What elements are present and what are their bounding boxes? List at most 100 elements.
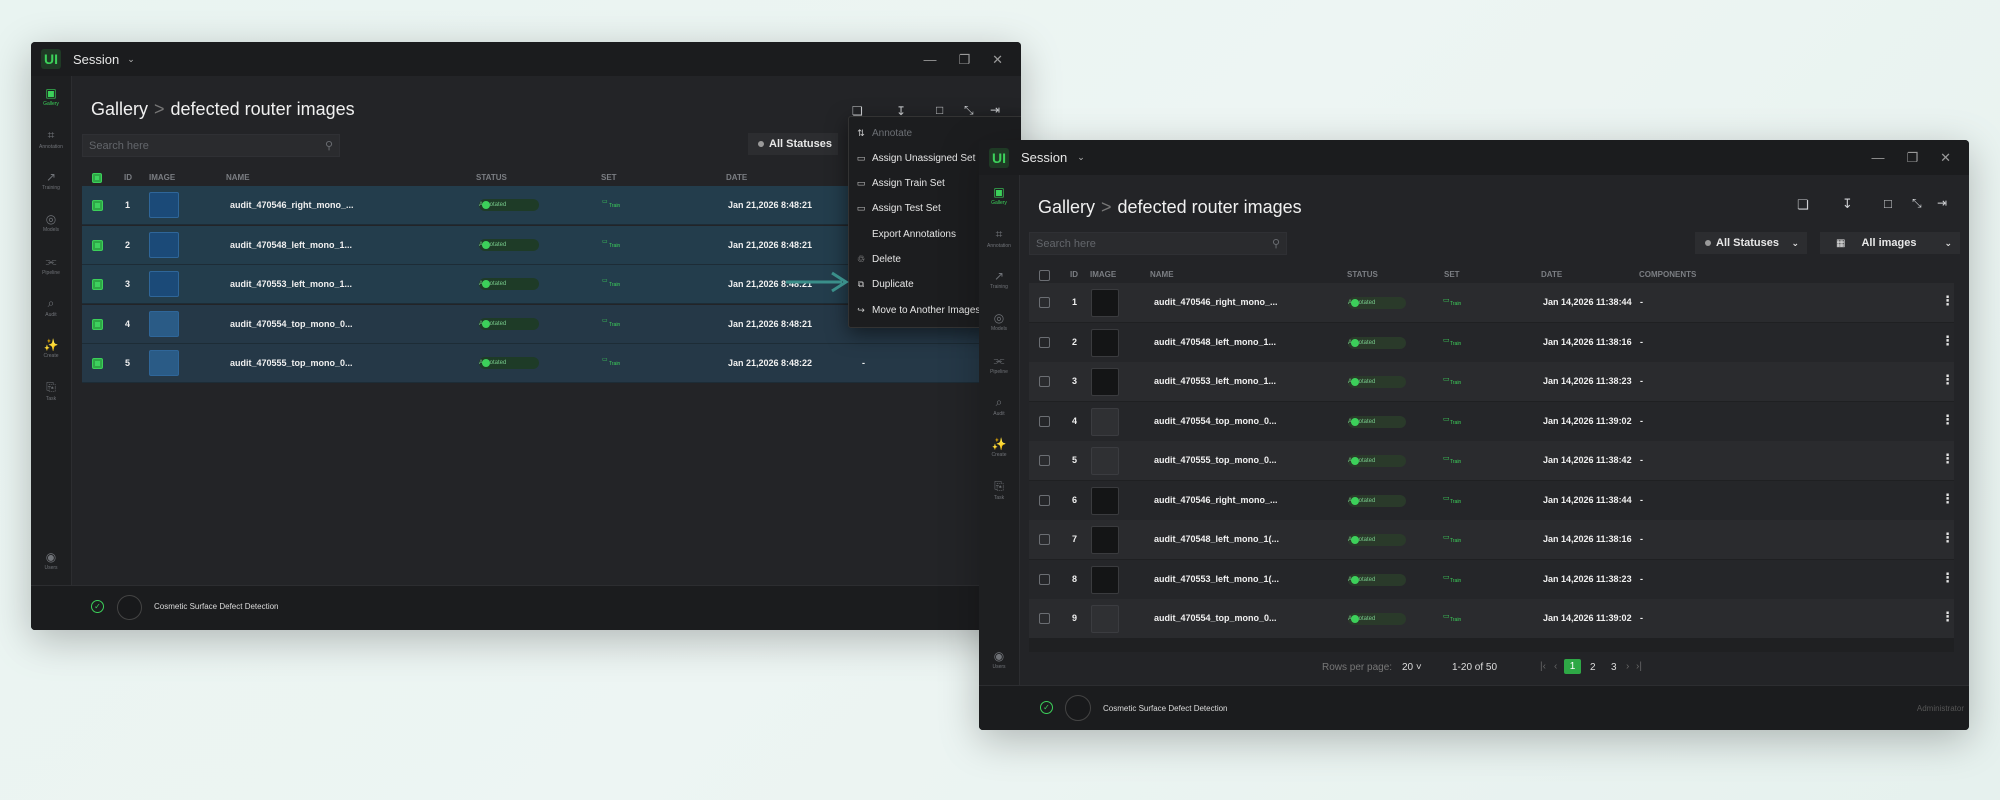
first-page-icon[interactable]: |‹	[1540, 661, 1546, 672]
row-name[interactable]: audit_470546_right_mono_...	[1154, 297, 1278, 307]
sidebar-item-users[interactable]: ◉ Users	[979, 649, 1019, 670]
image-thumbnail[interactable]	[1091, 605, 1119, 633]
sidebar-item-task[interactable]: ⎘ Task	[979, 479, 1019, 501]
close-icon[interactable]: ✕	[1940, 150, 1951, 166]
search-field[interactable]: ⚲	[1029, 232, 1287, 255]
image-thumbnail[interactable]	[149, 231, 179, 258]
image-thumbnail[interactable]	[1091, 328, 1119, 357]
image-thumbnail[interactable]	[1091, 486, 1119, 515]
row-name[interactable]: audit_470548_left_mono_1...	[230, 240, 352, 250]
table-row[interactable]: 3 audit_470553_left_mono_1... Annotated ▭ Tr…	[1029, 362, 1954, 401]
row-actions-icon[interactable]: ⋮	[1941, 570, 1954, 586]
sidebar-item-users[interactable]: ◉ Users	[31, 550, 71, 571]
row-checkbox[interactable]	[92, 200, 103, 211]
arrows-icon[interactable]: ⇥	[1937, 196, 1947, 210]
restore-icon[interactable]: ❐	[1906, 150, 1918, 166]
sidebar-item-gallery[interactable]: ▣ Gallery	[31, 86, 71, 107]
row-actions-icon[interactable]: ⋮	[1941, 412, 1954, 428]
row-name[interactable]: audit_470553_left_mono_1(...	[1154, 574, 1279, 584]
page-3-button[interactable]: 3	[1611, 662, 1617, 673]
sidebar-item-training[interactable]: ↗ Training	[979, 269, 1019, 290]
row-checkbox[interactable]	[92, 239, 103, 251]
row-actions-icon[interactable]: ⋮	[1941, 372, 1954, 388]
row-checkbox[interactable]	[1039, 613, 1050, 624]
search-field[interactable]: ⚲	[82, 134, 340, 157]
row-name[interactable]: audit_470555_top_mono_0...	[230, 358, 353, 368]
prev-page-icon[interactable]: ‹	[1554, 661, 1557, 672]
image-thumbnail[interactable]	[1091, 565, 1119, 594]
sidebar-item-gallery[interactable]: ▣ Gallery	[979, 185, 1019, 206]
row-actions-icon[interactable]: ⋮	[1941, 491, 1954, 507]
row-name[interactable]: audit_470553_left_mono_1...	[230, 279, 352, 289]
table-row[interactable]: 5 audit_470555_top_mono_0... Annotated ▭ Tra…	[82, 344, 1002, 383]
row-checkbox[interactable]	[1039, 534, 1050, 545]
row-name[interactable]: audit_470548_left_mono_1(...	[1154, 534, 1279, 544]
sidebar-item-annotation[interactable]: ⌗ Annotation	[979, 227, 1019, 249]
sidebar-item-models[interactable]: ◎ Models	[31, 212, 71, 233]
minimize-icon[interactable]: —	[923, 52, 936, 68]
row-actions-icon[interactable]: ⋮	[1941, 451, 1954, 467]
row-name[interactable]: audit_470553_left_mono_1...	[1154, 376, 1276, 386]
row-name[interactable]: audit_470554_top_mono_0...	[230, 319, 353, 329]
row-actions-icon[interactable]: ⋮	[1941, 530, 1954, 546]
table-row[interactable]: 5 audit_470555_top_mono_0... Annotated ▭ Tra…	[1029, 441, 1954, 480]
minimize-icon[interactable]: —	[1871, 150, 1884, 166]
chevron-down-icon[interactable]: ⌄	[127, 54, 135, 65]
row-actions-icon[interactable]: ⋮	[1941, 293, 1954, 309]
next-page-icon[interactable]: ›	[1626, 661, 1629, 672]
status-filter[interactable]: All Statuses	[748, 133, 838, 155]
breadcrumb-root[interactable]: Gallery	[1038, 197, 1095, 217]
row-name[interactable]: audit_470546_right_mono_...	[1154, 495, 1278, 505]
table-row[interactable]: 2 audit_470548_left_mono_1... Annotated ▭ Tr…	[1029, 322, 1954, 362]
close-icon[interactable]: ✕	[992, 52, 1003, 68]
row-actions-icon[interactable]: ⋮	[1941, 609, 1954, 625]
chevron-down-icon[interactable]: ⌄	[1077, 152, 1085, 163]
select-all-checkbox[interactable]	[1039, 270, 1050, 281]
row-name[interactable]: audit_470555_top_mono_0...	[1154, 455, 1277, 465]
sidebar-item-pipeline[interactable]: ⫘ Pipeline	[979, 353, 1019, 375]
image-thumbnail[interactable]	[1091, 289, 1119, 317]
row-checkbox[interactable]	[1039, 336, 1050, 348]
sidebar-item-task[interactable]: ⎘ Task	[31, 380, 71, 402]
row-actions-icon[interactable]: ⋮	[1941, 333, 1954, 349]
image-thumbnail[interactable]	[1091, 407, 1119, 436]
image-thumbnail[interactable]	[1091, 447, 1119, 475]
row-name[interactable]: audit_470546_right_mono_...	[230, 200, 354, 210]
page-2-button[interactable]: 2	[1590, 662, 1596, 673]
sidebar-item-annotation[interactable]: ⌗ Annotation	[31, 128, 71, 150]
table-row[interactable]: 1 audit_470546_right_mono_... Annotated ▭ Tr…	[1029, 283, 1954, 322]
restore-icon[interactable]: ❐	[958, 52, 970, 68]
image-thumbnail[interactable]	[1091, 526, 1119, 554]
sidebar-item-audit[interactable]: ⌕ Audit	[31, 296, 71, 318]
status-filter[interactable]: All Statuses ⌄	[1695, 232, 1807, 254]
search-input[interactable]	[89, 139, 325, 152]
row-checkbox[interactable]	[92, 318, 103, 330]
collapse-icon[interactable]: ⤡	[1912, 196, 1922, 211]
sidebar-item-audit[interactable]: ⌕ Audit	[979, 395, 1019, 417]
sidebar-item-models[interactable]: ◎ Models	[979, 311, 1019, 332]
sidebar-item-create[interactable]: ✨ Create	[31, 338, 71, 359]
image-thumbnail[interactable]	[149, 192, 179, 218]
last-page-icon[interactable]: ›|	[1636, 661, 1642, 672]
table-row[interactable]: 7 audit_470548_left_mono_1(... Annotated ▭ T…	[1029, 520, 1954, 559]
select-all-checkbox[interactable]	[92, 173, 102, 183]
copy-icon[interactable]: ❏	[1797, 197, 1809, 213]
row-checkbox[interactable]	[92, 358, 103, 369]
row-checkbox[interactable]	[1039, 297, 1050, 308]
row-checkbox[interactable]	[1039, 573, 1050, 585]
row-checkbox[interactable]	[1039, 494, 1050, 506]
row-name[interactable]: audit_470548_left_mono_1...	[1154, 337, 1276, 347]
sidebar-item-pipeline[interactable]: ⫘ Pipeline	[31, 254, 71, 276]
row-checkbox[interactable]	[1039, 455, 1050, 466]
image-thumbnail[interactable]	[149, 350, 179, 376]
page-1-button[interactable]: 1	[1564, 659, 1581, 674]
row-name[interactable]: audit_470554_top_mono_0...	[1154, 416, 1277, 426]
rows-per-page-select[interactable]: 20 ˅	[1402, 662, 1422, 673]
arrows-icon[interactable]: ⇥	[990, 103, 1000, 117]
crop-icon[interactable]: □	[936, 103, 943, 117]
crop-icon[interactable]: □	[1884, 196, 1892, 211]
row-name[interactable]: audit_470554_top_mono_0...	[1154, 613, 1277, 623]
images-filter[interactable]: ▦ All images ⌄	[1820, 232, 1960, 254]
search-input[interactable]	[1036, 237, 1272, 250]
row-checkbox[interactable]	[1039, 376, 1050, 387]
